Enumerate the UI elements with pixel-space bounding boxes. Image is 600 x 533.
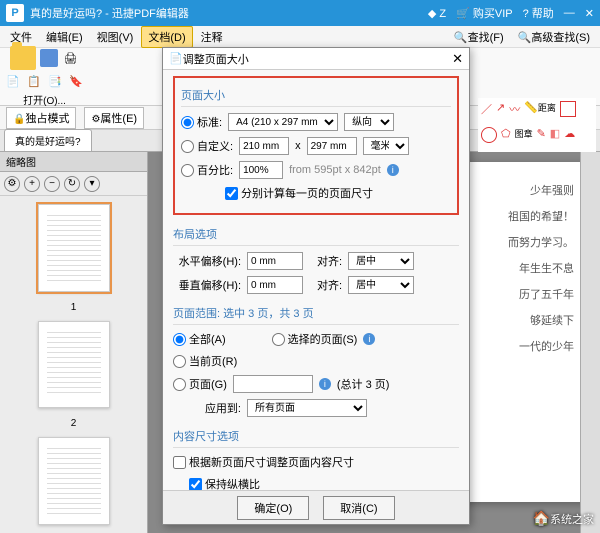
more-icon[interactable]: ▾	[84, 176, 100, 192]
page-range-section: 页面范围: 选中 3 页，共 3 页 全部(A) 选择的页面(S) i 当前页(…	[173, 302, 459, 417]
eraser-icon[interactable]: ◧	[550, 127, 560, 149]
options-icon[interactable]: ⚙	[4, 176, 20, 192]
dialog-close-icon[interactable]: ✕	[452, 51, 463, 67]
dialog-title: 调整页面大小	[183, 51, 452, 67]
layout-section: 布局选项 水平偏移(H): 对齐: 居中 垂直偏移(H): 对齐: 居中	[173, 223, 459, 294]
page-thumbnail[interactable]	[38, 437, 110, 525]
watermark: 🏠系统之家	[533, 510, 594, 527]
thumb-number: 1	[71, 302, 77, 313]
document-tab[interactable]: 真的是好运吗?	[4, 129, 92, 151]
from-text: from 595pt x 842pt	[289, 164, 381, 176]
percent-input[interactable]	[239, 161, 283, 179]
percent-radio[interactable]: 百分比:	[181, 162, 233, 178]
tool-icon[interactable]: 📄	[4, 72, 22, 90]
h-align-select[interactable]: 居中	[348, 252, 414, 270]
info-icon[interactable]: i	[387, 164, 399, 176]
h-offset-input[interactable]	[247, 252, 303, 270]
standard-radio[interactable]: 标准:	[181, 114, 222, 130]
zigzag-shape-icon[interactable]: 〰	[509, 101, 520, 123]
save-icon[interactable]	[40, 49, 58, 67]
tool-icon[interactable]: 📑	[46, 72, 64, 90]
page-size-section: 页面大小 标准: A4 (210 x 297 mm) 纵向 自定义: x 毫米 …	[173, 76, 459, 215]
help-link[interactable]: ? 帮助	[523, 5, 554, 21]
ok-button[interactable]: 确定(O)	[237, 496, 309, 520]
thumb-number: 2	[71, 418, 77, 429]
menu-advanced-find[interactable]: 🔍高级查找(S)	[512, 27, 596, 47]
sidebar-tools: ⚙ + − ↻ ▾	[0, 172, 147, 196]
menu-edit[interactable]: 编辑(E)	[40, 27, 89, 47]
shapes-panel: ／ ↗ 〰 📏距离 ⬠ 图章 ✎ ◧ ☁	[478, 98, 596, 152]
thumbnail-sidebar: 缩略图 ⚙ + − ↻ ▾ 1 2	[0, 152, 148, 533]
height-input[interactable]	[307, 137, 357, 155]
right-strip	[580, 152, 600, 533]
menu-find[interactable]: 🔍查找(F)	[448, 27, 510, 47]
info-icon[interactable]: i	[319, 378, 331, 390]
width-input[interactable]	[239, 137, 289, 155]
sidebar-title: 缩略图	[0, 152, 147, 172]
dialog-icon: 📄	[169, 52, 183, 65]
apply-to-select[interactable]: 所有页面	[247, 399, 367, 417]
info-icon[interactable]: i	[363, 333, 375, 345]
pages-input[interactable]	[233, 375, 313, 393]
user-icon[interactable]: ◆ Z	[428, 7, 446, 20]
exclusive-mode-button[interactable]: 🔒独占模式	[6, 107, 76, 129]
open-folder-icon[interactable]	[10, 46, 36, 70]
selected-pages-radio[interactable]: 选择的页面(S)	[272, 331, 358, 347]
menu-view[interactable]: 视图(V)	[91, 27, 140, 47]
tool-icon[interactable]: 🔖	[67, 72, 85, 90]
window-title: 真的是好运吗? - 迅捷PDF编辑器	[30, 5, 428, 21]
cloud-shape-icon[interactable]: ☁	[564, 127, 575, 149]
app-logo-icon: P	[6, 4, 24, 22]
v-align-select[interactable]: 居中	[348, 276, 414, 294]
print-icon[interactable]: 🖨	[62, 49, 80, 67]
resize-content-checkbox[interactable]: 根据新页面尺寸调整页面内容尺寸	[173, 454, 354, 470]
calc-each-checkbox[interactable]: 分别计算每一页的页面尺寸	[225, 185, 373, 201]
section-title: 页面大小	[181, 84, 451, 107]
page-thumbnail[interactable]	[38, 204, 110, 292]
rect-shape-icon[interactable]	[560, 101, 576, 117]
pages-radio[interactable]: 页面(G)	[173, 376, 227, 392]
zoom-out-icon[interactable]: −	[44, 176, 60, 192]
arrow-shape-icon[interactable]: ↗	[496, 101, 505, 123]
v-offset-input[interactable]	[247, 276, 303, 294]
stamp-tool[interactable]: 图章	[515, 127, 533, 149]
zoom-in-icon[interactable]: +	[24, 176, 40, 192]
menu-comment[interactable]: 注释	[195, 27, 229, 47]
rotate-icon[interactable]: ↻	[64, 176, 80, 192]
current-page-radio[interactable]: 当前页(R)	[173, 353, 237, 369]
custom-radio[interactable]: 自定义:	[181, 138, 233, 154]
line-shape-icon[interactable]: ／	[481, 101, 492, 123]
properties-button[interactable]: ⚙属性(E)	[84, 107, 144, 129]
circle-shape-icon[interactable]	[481, 127, 497, 143]
resize-page-dialog: 📄 调整页面大小 ✕ 页面大小 标准: A4 (210 x 297 mm) 纵向…	[162, 47, 470, 525]
minimize-icon[interactable]: —	[564, 7, 575, 19]
pencil-shape-icon[interactable]: ✎	[537, 127, 546, 149]
title-bar: P 真的是好运吗? - 迅捷PDF编辑器 ◆ Z 🛒 购买VIP ? 帮助 — …	[0, 0, 600, 26]
all-pages-radio[interactable]: 全部(A)	[173, 331, 226, 347]
close-icon[interactable]: ✕	[585, 7, 594, 20]
menu-document[interactable]: 文档(D)	[141, 26, 192, 48]
open-label[interactable]: 打开(O)...	[23, 92, 66, 107]
polygon-shape-icon[interactable]: ⬠	[501, 127, 511, 149]
buy-vip-link[interactable]: 🛒 购买VIP	[456, 5, 513, 21]
paper-size-select[interactable]: A4 (210 x 297 mm)	[228, 113, 338, 131]
keep-ratio-checkbox[interactable]: 保持纵横比	[189, 476, 260, 490]
menu-bar: 文件 编辑(E) 视图(V) 文档(D) 注释 🔍查找(F) 🔍高级查找(S)	[0, 26, 600, 48]
distance-tool[interactable]: 📏距离	[524, 101, 556, 123]
content-size-section: 内容尺寸选项 根据新页面尺寸调整页面内容尺寸 保持纵横比 缩放批注和表单字段 缩…	[173, 425, 459, 490]
orientation-select[interactable]: 纵向	[344, 113, 394, 131]
unit-select[interactable]: 毫米	[363, 137, 409, 155]
cancel-button[interactable]: 取消(C)	[323, 496, 394, 520]
page-thumbnail[interactable]	[38, 321, 110, 409]
tool-icon[interactable]: 📋	[25, 72, 43, 90]
